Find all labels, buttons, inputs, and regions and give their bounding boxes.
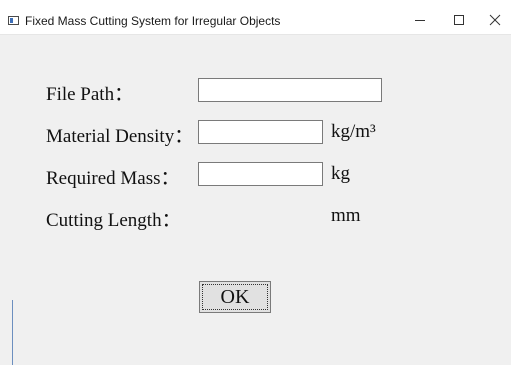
material-density-label: Material Density： (46, 126, 194, 147)
cutting-length-label: Cutting Length： (46, 210, 181, 231)
material-density-input[interactable] (198, 120, 323, 144)
required-mass-label: Required Mass： (46, 168, 180, 189)
required-mass-input[interactable] (198, 162, 323, 186)
form-panel: File Path： Material Density： kg/m³ Requi… (0, 35, 511, 365)
app-window-icon (8, 16, 19, 25)
maximize-button[interactable] (439, 8, 479, 32)
cutting-length-unit-label: mm (331, 205, 361, 226)
close-icon (489, 14, 501, 26)
close-button[interactable] (475, 8, 511, 32)
mass-unit-label: kg (331, 163, 350, 184)
file-path-input[interactable] (198, 78, 382, 102)
window-title: Fixed Mass Cutting System for Irregular … (25, 14, 281, 28)
title-bar[interactable]: Fixed Mass Cutting System for Irregular … (0, 0, 511, 35)
density-unit-label: kg/m³ (331, 121, 376, 142)
file-path-label: File Path： (46, 84, 134, 105)
minimize-button[interactable] (400, 8, 440, 32)
ok-button[interactable]: OK (199, 281, 271, 313)
app-window: Fixed Mass Cutting System for Irregular … (0, 0, 511, 365)
window-edge-accent (12, 300, 13, 365)
maximize-icon (454, 15, 464, 25)
minimize-icon (415, 20, 425, 21)
